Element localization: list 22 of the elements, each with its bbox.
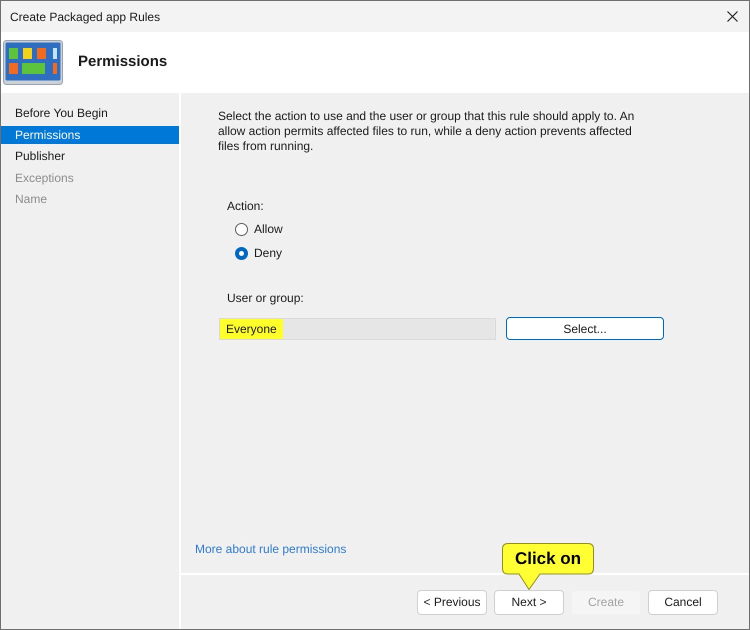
highlighted-text: Everyone: [220, 318, 283, 338]
wizard-button[interactable]: Cancel: [648, 590, 718, 614]
radio-button[interactable]: [235, 222, 248, 236]
wizard-step[interactable]: Before You Begin: [1, 104, 179, 122]
radio-button[interactable]: [235, 246, 248, 260]
window-title: Create Packaged app Rules: [10, 8, 160, 26]
user-group-label: User or group:: [227, 291, 304, 306]
wizard-button[interactable]: < Previous: [417, 590, 487, 614]
description-text: Select the action to use and the user or group that this rule should apply to. An allow action permits affected files to run, while a deny action prevents affected files from running.: [218, 109, 636, 154]
wizard-step[interactable]: Permissions: [1, 126, 179, 144]
app-tiles-icon: [3, 40, 63, 85]
close-icon: [726, 11, 738, 22]
page-title: Permissions: [78, 52, 168, 72]
action-label: Action:: [227, 199, 264, 214]
radio-label[interactable]: Deny: [254, 244, 282, 262]
wizard-step[interactable]: Publisher: [1, 147, 179, 165]
help-link[interactable]: More about rule permissions: [195, 542, 346, 557]
select-button[interactable]: Select...: [506, 317, 664, 340]
callout-bubble: Click on: [502, 543, 594, 590]
wizard-button[interactable]: Next >: [494, 590, 564, 614]
radio-label[interactable]: Allow: [254, 220, 283, 238]
user-group-field[interactable]: Everyone: [219, 318, 496, 340]
